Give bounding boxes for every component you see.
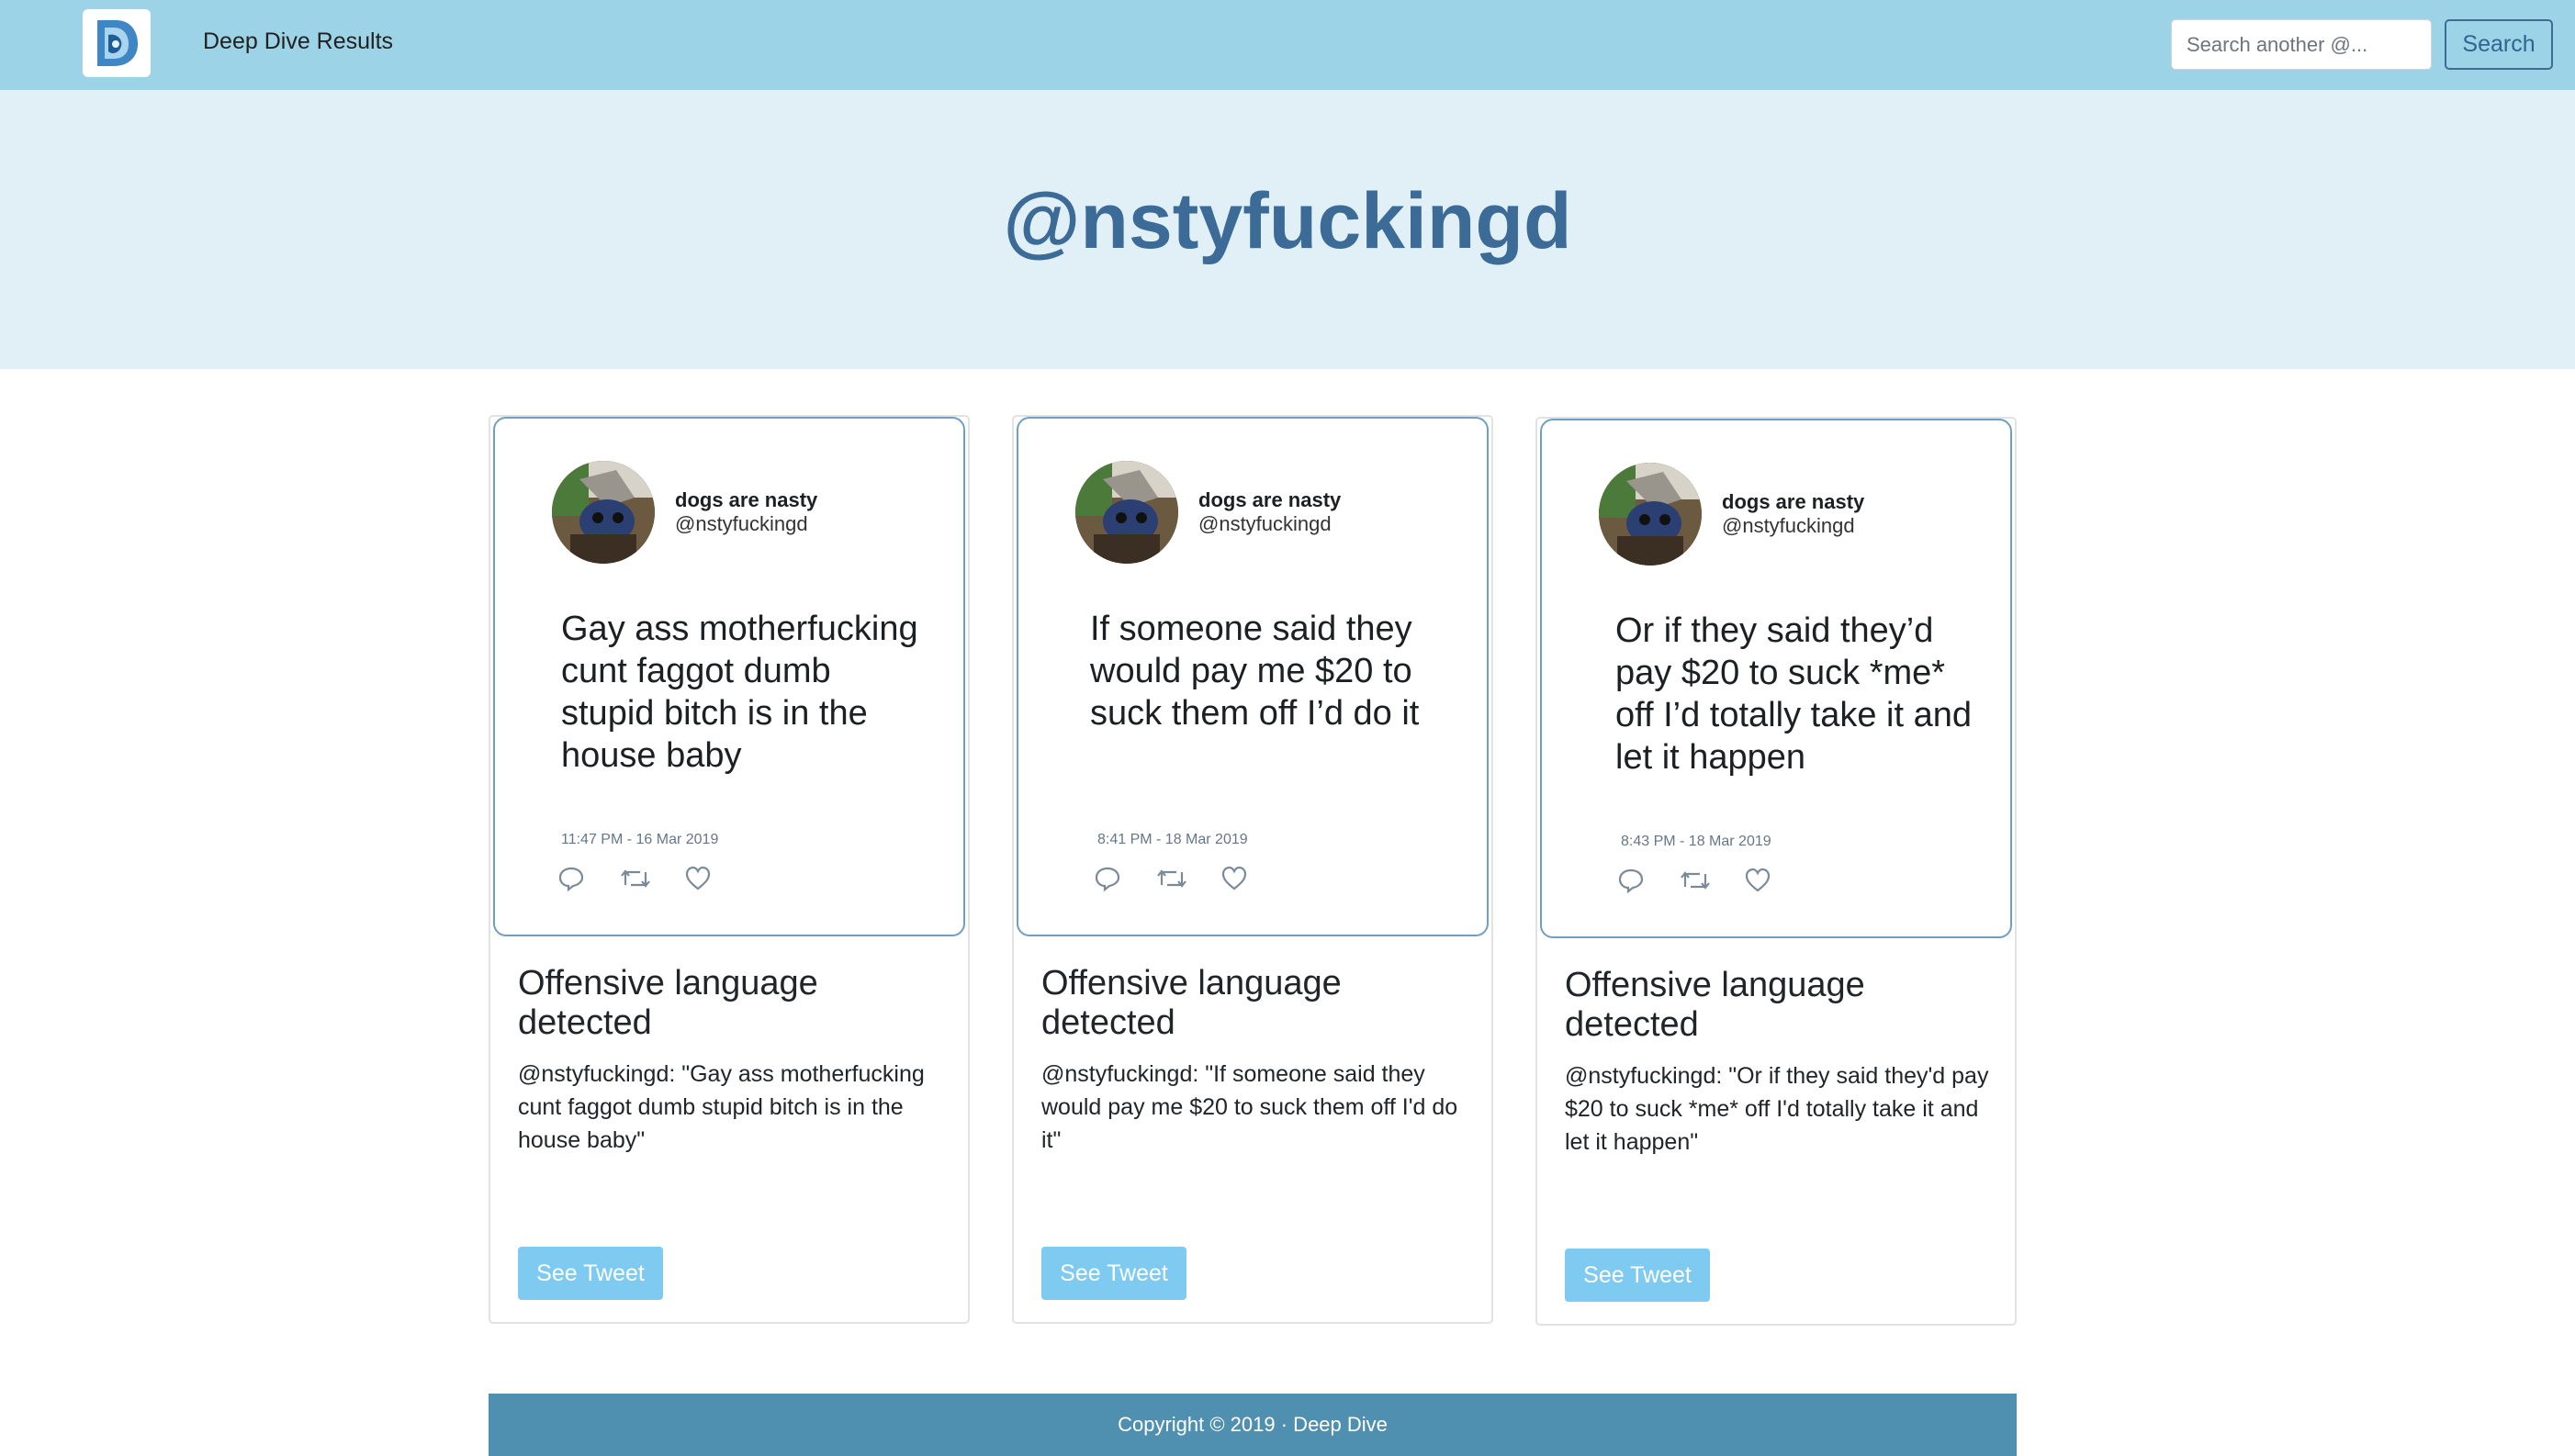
embedded-tweet[interactable]: dogs are nasty @nstyfuckingd If someone … [1017,417,1489,936]
card-text: @nstyfuckingd: "Or if they said they'd p… [1565,1063,1989,1155]
result-card: dogs are nasty @nstyfuckingd Gay ass mot… [489,415,970,1324]
avatar[interactable] [552,461,655,564]
like-icon[interactable] [1220,865,1248,897]
card-text: @nstyfuckingd: "If someone said they wou… [1041,1061,1458,1153]
avatar[interactable] [1075,461,1178,564]
embedded-tweet[interactable]: dogs are nasty @nstyfuckingd Or if they … [1540,419,2012,938]
tweet-text: Or if they said they’d pay $20 to suck *… [1615,611,1972,777]
card-title: Offensive language detected [518,964,818,1042]
tweet-text: Gay ass motherfucking cunt faggot dumb s… [561,610,918,775]
tweet-author-name[interactable]: dogs are nasty [1198,488,1341,512]
tweet-timestamp[interactable]: 8:41 PM - 18 Mar 2019 [1097,832,1248,848]
tweet-author-name[interactable]: dogs are nasty [1722,490,1864,514]
avatar[interactable] [1599,463,1702,566]
search-input[interactable] [2171,19,2432,70]
deep-dive-logo-icon[interactable] [83,9,151,77]
brand-title[interactable]: Deep Dive Results [203,28,393,55]
result-card: dogs are nasty @nstyfuckingd If someone … [1012,415,1493,1324]
footer: Copyright © 2019 · Deep Dive [489,1394,2017,1456]
card-title: Offensive language detected [1565,966,1865,1044]
embedded-tweet[interactable]: dogs are nasty @nstyfuckingd Gay ass mot… [493,417,965,936]
tweet-text: If someone said they would pay me $20 to… [1090,610,1420,733]
tweet-author-handle[interactable]: @nstyfuckingd [1722,514,1855,538]
see-tweet-button[interactable]: See Tweet [1565,1249,1710,1302]
tweet-timestamp[interactable]: 11:47 PM - 16 Mar 2019 [561,832,718,848]
retweet-icon[interactable] [620,865,651,897]
reply-icon[interactable] [1094,865,1121,897]
hero-banner: @nstyfuckingd [0,90,2575,369]
page-title: @nstyfuckingd [1003,177,1572,265]
retweet-icon[interactable] [1156,865,1187,897]
tweet-author-handle[interactable]: @nstyfuckingd [1198,512,1332,536]
navbar: Deep Dive Results Search [0,0,2575,90]
tweet-author-name[interactable]: dogs are nasty [675,488,817,512]
reply-icon[interactable] [1617,867,1645,899]
tweet-author-handle[interactable]: @nstyfuckingd [675,512,808,536]
see-tweet-button[interactable]: See Tweet [1041,1247,1186,1300]
see-tweet-button[interactable]: See Tweet [518,1247,663,1300]
like-icon[interactable] [1744,867,1771,899]
like-icon[interactable] [684,865,712,897]
footer-copyright: Copyright © 2019 · Deep Dive [1118,1413,1388,1436]
card-title: Offensive language detected [1041,964,1342,1042]
retweet-icon[interactable] [1680,867,1711,899]
card-text: @nstyfuckingd: "Gay ass motherfucking cu… [518,1061,925,1153]
search-button[interactable]: Search [2445,19,2553,70]
result-card: dogs are nasty @nstyfuckingd Or if they … [1535,417,2017,1326]
tweet-timestamp[interactable]: 8:43 PM - 18 Mar 2019 [1621,834,1771,850]
reply-icon[interactable] [557,865,585,897]
